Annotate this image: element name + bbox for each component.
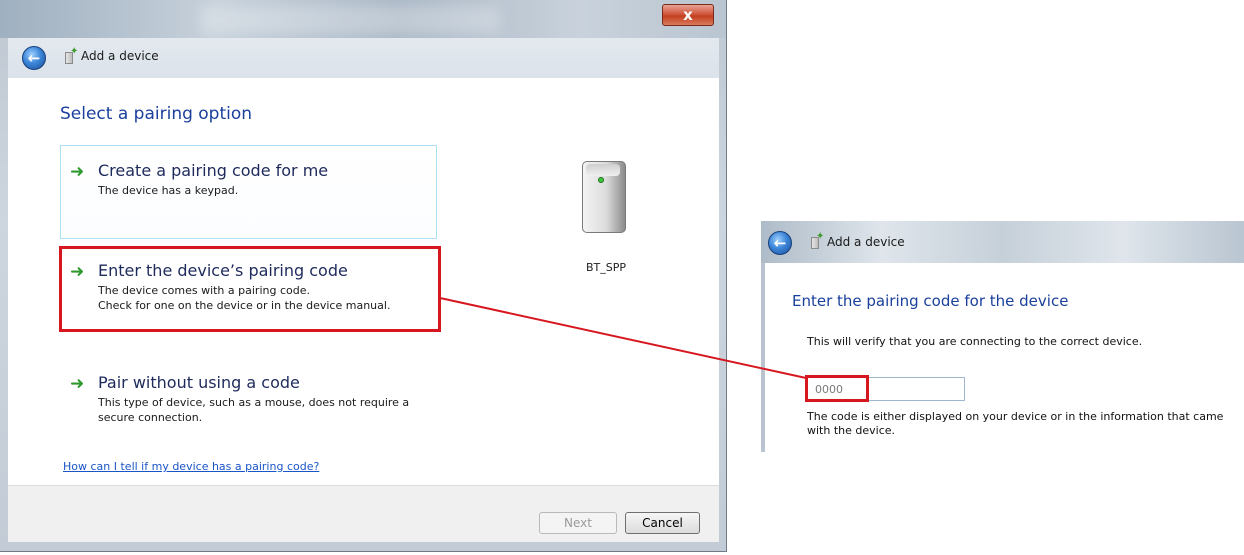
connector-line [439, 297, 807, 379]
